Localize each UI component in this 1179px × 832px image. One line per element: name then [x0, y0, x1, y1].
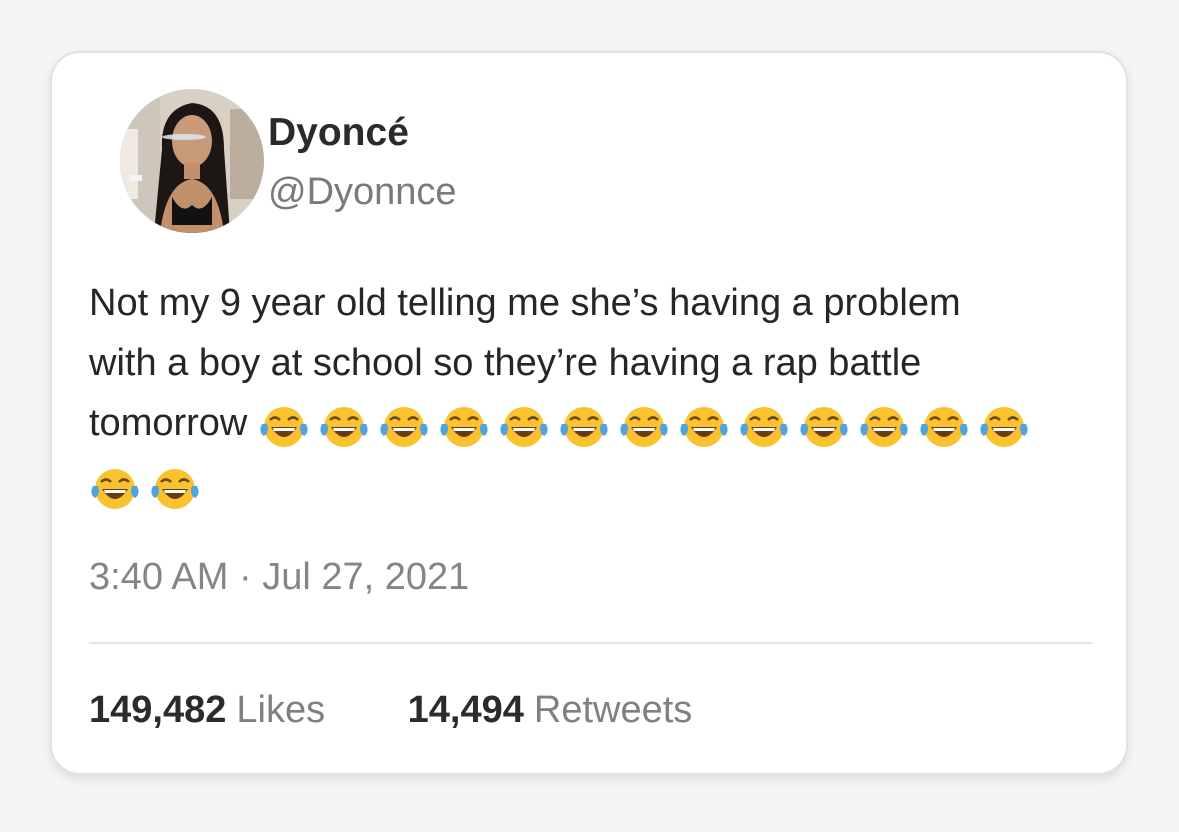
engagement-stats: 149,482 Likes 14,494 Retweets: [89, 689, 692, 732]
face-with-tears-of-joy-icon: [920, 406, 968, 447]
face-with-tears-of-joy-icon: [800, 406, 848, 447]
divider: [89, 642, 1092, 644]
tweet-time: 3:40 AM: [89, 556, 229, 598]
face-with-tears-of-joy-icon: [91, 468, 139, 509]
tweet-text-line: [89, 455, 1099, 517]
separator-dot: ·: [238, 556, 252, 598]
face-with-tears-of-joy-icon: [860, 406, 908, 447]
face-with-tears-of-joy-icon: [151, 468, 199, 509]
avatar[interactable]: [120, 89, 264, 233]
likes-stat[interactable]: 149,482 Likes: [89, 689, 325, 732]
emoji-row: [89, 457, 209, 517]
author-name[interactable]: Dyoncé: [268, 111, 409, 155]
face-with-tears-of-joy-icon: [620, 406, 668, 447]
face-with-tears-of-joy-icon: [260, 406, 308, 447]
likes-label: Likes: [236, 689, 326, 731]
emoji-row: [258, 395, 1038, 455]
tweet-text-line: Not my 9 year old telling me she’s havin…: [89, 282, 961, 324]
tweet-card: Dyoncé @Dyonnce Not my 9 year old tellin…: [50, 51, 1128, 775]
face-with-tears-of-joy-icon: [440, 406, 488, 447]
face-with-tears-of-joy-icon: [500, 406, 548, 447]
tweet-text-word: tomorrow: [89, 402, 248, 444]
tweet-text: Not my 9 year old telling me she’s havin…: [89, 273, 1099, 517]
face-with-tears-of-joy-icon: [740, 406, 788, 447]
author-handle[interactable]: @Dyonnce: [268, 171, 457, 214]
likes-count: 149,482: [89, 689, 227, 731]
tweet-timestamp[interactable]: 3:40 AM · Jul 27, 2021: [89, 556, 469, 599]
face-with-tears-of-joy-icon: [680, 406, 728, 447]
tweet-text-line: tomorrow: [89, 393, 1099, 455]
retweets-label: Retweets: [533, 689, 693, 731]
face-with-tears-of-joy-icon: [980, 406, 1028, 447]
tweet-date: Jul 27, 2021: [262, 556, 470, 598]
retweets-stat[interactable]: 14,494 Retweets: [408, 689, 693, 732]
retweets-count: 14,494: [407, 689, 524, 731]
face-with-tears-of-joy-icon: [560, 406, 608, 447]
face-with-tears-of-joy-icon: [380, 406, 428, 447]
face-with-tears-of-joy-icon: [320, 406, 368, 447]
tweet-text-line: with a boy at school so they’re having a…: [89, 342, 922, 384]
